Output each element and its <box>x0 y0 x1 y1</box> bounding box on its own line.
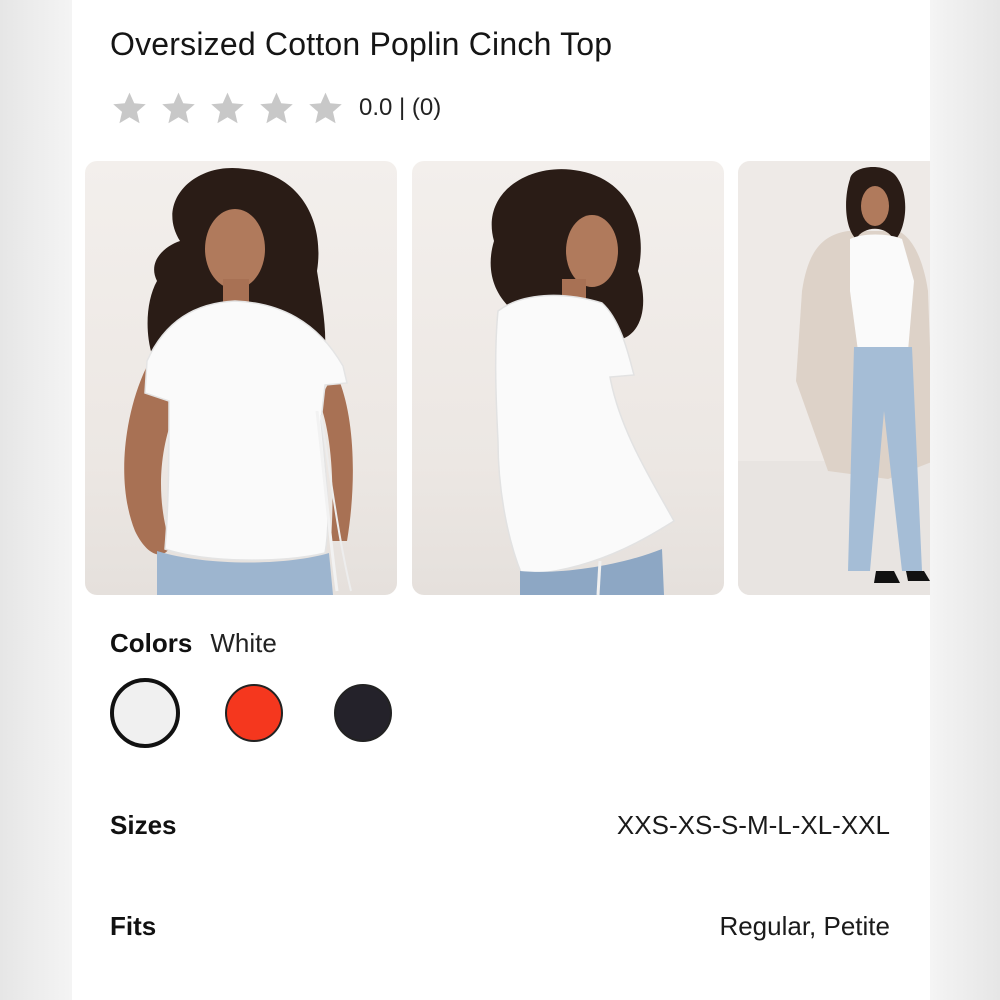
left-margin <box>0 0 72 1000</box>
color-swatch-red[interactable] <box>225 684 283 742</box>
star-icon <box>306 89 345 128</box>
product-image-side[interactable] <box>412 161 724 595</box>
fits-value: Regular, Petite <box>719 911 890 941</box>
star-icon <box>159 89 198 128</box>
colors-header: Colors White <box>110 628 277 659</box>
rating[interactable]: 0.0 | (0) <box>110 88 441 128</box>
fits-label: Fits <box>110 911 157 941</box>
selected-color-name: White <box>210 628 277 658</box>
color-swatches <box>110 678 392 748</box>
sizes-row: Sizes XXS-XS-S-M-L-XL-XXL <box>110 810 890 841</box>
right-margin <box>930 0 1000 1000</box>
sizes-label: Sizes <box>110 810 177 840</box>
color-swatch-white[interactable] <box>110 678 180 748</box>
product-title: Oversized Cotton Poplin Cinch Top <box>110 26 613 62</box>
product-image-front[interactable] <box>85 161 397 595</box>
fits-row: Fits Regular, Petite <box>110 911 890 942</box>
rating-text: 0.0 | (0) <box>359 94 442 121</box>
star-icon <box>110 89 149 128</box>
star-icon <box>257 89 296 128</box>
image-gallery[interactable] <box>85 161 930 595</box>
product-panel: Oversized Cotton Poplin Cinch Top 0.0 | … <box>72 0 930 1000</box>
star-rating <box>110 89 345 128</box>
sizes-value: XXS-XS-S-M-L-XL-XXL <box>616 810 890 840</box>
product-image-full[interactable] <box>738 161 930 595</box>
color-swatch-black[interactable] <box>334 684 392 742</box>
colors-label: Colors <box>110 628 193 658</box>
star-icon <box>208 89 247 128</box>
